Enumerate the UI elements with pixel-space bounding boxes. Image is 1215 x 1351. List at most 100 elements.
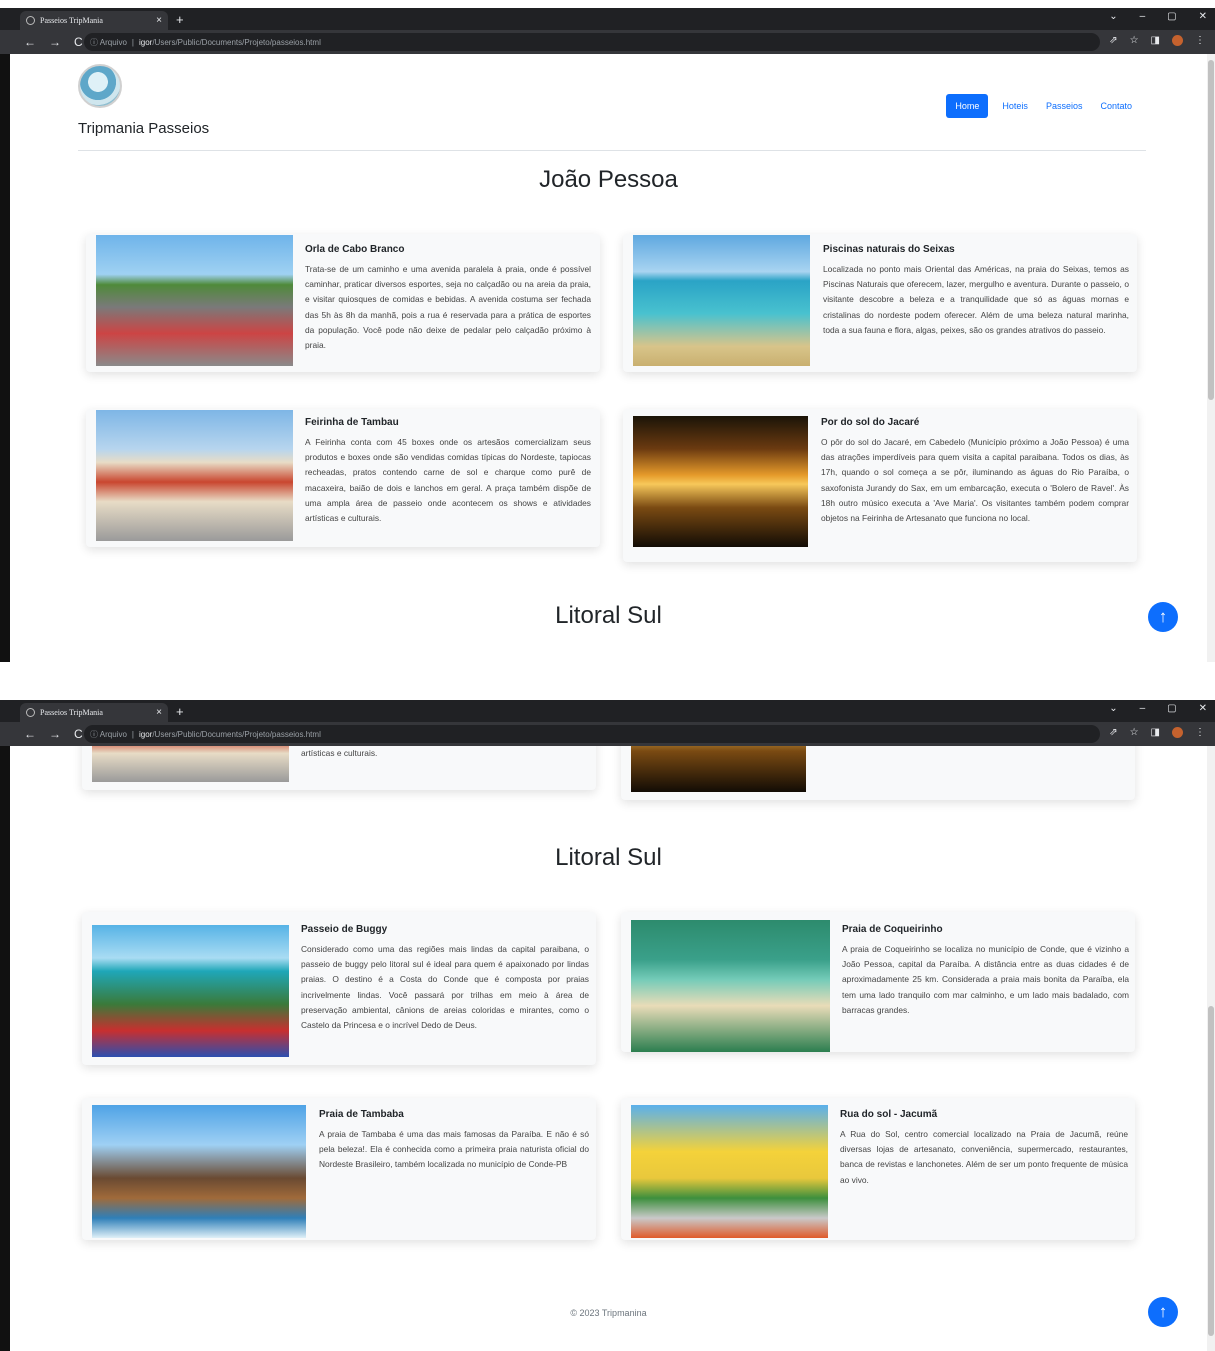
section-title: Litoral Sul <box>555 844 662 871</box>
tour-card: Piscinas naturais do Seixas Localizada n… <box>623 234 1137 372</box>
share-icon[interactable]: ⇗ <box>1109 35 1117 46</box>
browser-tab[interactable]: Passeios TripMania × <box>20 703 168 722</box>
scrollbar-thumb[interactable] <box>1208 1006 1214 1336</box>
card-text: Trata-se de um caminho e uma avenida par… <box>305 264 591 351</box>
tab-search-icon[interactable]: ⌄ <box>1109 11 1117 22</box>
profile-avatar[interactable] <box>1172 35 1183 46</box>
nav-hoteis[interactable]: Hoteis <box>998 95 1032 117</box>
back-button[interactable]: ← <box>24 35 36 49</box>
tour-card: A Feirinha conta com 45 boxes onde os ar… <box>82 746 596 790</box>
maximize-button[interactable]: ▢ <box>1167 11 1176 22</box>
card-title: Praia de Tambaba <box>319 1109 404 1120</box>
card-title: Feirinha de Tambau <box>305 417 399 428</box>
card-text: Considerado como uma das regiões mais li… <box>301 944 589 1031</box>
card-text: Localizada no ponto mais Oriental das Am… <box>823 264 1129 335</box>
profile-avatar[interactable] <box>1172 727 1183 738</box>
address-bar[interactable]: ⓘ Arquivo | igor/Users/Public/Documents/… <box>84 33 1100 51</box>
site-brand: Tripmania Passeios <box>78 120 210 137</box>
card-title: Orla de Cabo Branco <box>305 244 405 255</box>
card-text: A Rua do Sol, centro comercial localizad… <box>840 1129 1128 1185</box>
scrollbar[interactable] <box>1207 746 1215 1351</box>
card-image <box>633 235 810 366</box>
tour-card: Passeio de Buggy Considerado como uma da… <box>82 912 596 1065</box>
kebab-menu-icon[interactable]: ⋮ <box>1195 727 1205 738</box>
browser-toolbar: ← → C ⓘ Arquivo | igor/Users/Public/Docu… <box>0 722 1215 746</box>
card-title: Passeio de Buggy <box>301 924 388 935</box>
tab-strip: Passeios TripMania × + ⌄ – ▢ ✕ <box>0 8 1215 30</box>
address-bar[interactable]: ⓘ Arquivo | igor/Users/Public/Documents/… <box>84 725 1100 743</box>
card-title: Por do sol do Jacaré <box>821 417 920 428</box>
tab-search-icon[interactable]: ⌄ <box>1109 703 1117 714</box>
card-image <box>631 920 830 1052</box>
card-image <box>92 925 289 1057</box>
browser-window-top: Passeios TripMania × + ⌄ – ▢ ✕ ← → C ⓘ A… <box>0 8 1215 662</box>
browser-tab[interactable]: Passeios TripMania × <box>20 11 168 30</box>
star-icon[interactable]: ☆ <box>1130 727 1139 738</box>
reload-button[interactable]: C <box>74 727 83 741</box>
sidepanel-icon[interactable]: ◨ <box>1151 35 1160 46</box>
tab-title: Passeios TripMania <box>40 16 103 25</box>
kebab-menu-icon[interactable]: ⋮ <box>1195 35 1205 46</box>
star-icon[interactable]: ☆ <box>1130 35 1139 46</box>
tour-card: Praia de Tambaba A praia de Tambaba é um… <box>82 1098 596 1240</box>
new-tab-button[interactable]: + <box>176 704 184 719</box>
url-path: /Users/Public/Documents/Projeto/passeios… <box>152 729 321 739</box>
card-text: O pôr do sol do Jacaré, em Cabedelo (Mun… <box>821 437 1129 524</box>
tour-card: Rua do sol - Jacumã A Rua do Sol, centro… <box>621 1098 1135 1240</box>
card-title: Rua do sol - Jacumã <box>840 1109 938 1120</box>
tab-title: Passeios TripMania <box>40 708 103 717</box>
tour-card: Praia de Coqueirinho A praia de Coqueiri… <box>621 912 1135 1052</box>
arrow-up-icon[interactable]: ↑ <box>1148 1297 1178 1327</box>
tour-card: Por do sol do Jacaré O pôr do sol do Jac… <box>623 409 1137 562</box>
browser-window-bottom: Passeios TripMania × + ⌄ – ▢ ✕ ← → C ⓘ A… <box>0 700 1215 1351</box>
new-tab-button[interactable]: + <box>176 12 184 27</box>
window-controls: ⌄ – ▢ ✕ <box>1109 703 1207 714</box>
url-scheme-label: ⓘ Arquivo <box>90 37 127 47</box>
globe-icon <box>26 16 35 25</box>
close-window-button[interactable]: ✕ <box>1199 703 1207 714</box>
nav-home[interactable]: Home <box>946 94 989 118</box>
card-text: A praia de Tambaba é uma das mais famosa… <box>319 1129 589 1170</box>
tab-strip: Passeios TripMania × + ⌄ – ▢ ✕ <box>0 700 1215 722</box>
card-text: A Feirinha conta com 45 boxes onde os ar… <box>301 748 378 759</box>
close-window-button[interactable]: ✕ <box>1199 11 1207 22</box>
tour-card: O pôr do sol do Jacaré, em Cabedelo (Mun… <box>621 746 1135 800</box>
reload-button[interactable]: C <box>74 35 83 49</box>
forward-button[interactable]: → <box>49 727 61 741</box>
forward-button[interactable]: → <box>49 35 61 49</box>
url-host: igor <box>138 37 153 47</box>
site-footer: © 2023 Tripmanina <box>570 1308 647 1318</box>
card-image <box>96 410 293 541</box>
url-host: igor <box>138 729 153 739</box>
site-header: Tripmania Passeios Home Hoteis Passeios … <box>78 64 1146 151</box>
nav-contato[interactable]: Contato <box>1096 95 1136 117</box>
page-viewport: Tripmania Passeios Home Hoteis Passeios … <box>10 54 1207 662</box>
url-scheme-label: ⓘ Arquivo <box>90 729 127 739</box>
share-icon[interactable]: ⇗ <box>1109 727 1117 738</box>
card-image <box>631 746 806 792</box>
url-path: /Users/Public/Documents/Projeto/passeios… <box>152 37 321 47</box>
card-image <box>92 746 289 782</box>
tab-close-icon[interactable]: × <box>156 15 162 26</box>
minimize-button[interactable]: – <box>1140 11 1146 22</box>
page-viewport: A Feirinha conta com 45 boxes onde os ar… <box>10 746 1207 1351</box>
card-title: Praia de Coqueirinho <box>842 924 943 935</box>
window-controls: ⌄ – ▢ ✕ <box>1109 11 1207 22</box>
card-image <box>92 1105 306 1238</box>
browser-chrome: Passeios TripMania × + ⌄ – ▢ ✕ ← → C ⓘ A… <box>0 700 1215 746</box>
maximize-button[interactable]: ▢ <box>1167 703 1176 714</box>
back-button[interactable]: ← <box>24 727 36 741</box>
scrollbar[interactable] <box>1207 54 1215 662</box>
sidepanel-icon[interactable]: ◨ <box>1151 727 1160 738</box>
arrow-up-icon[interactable]: ↑ <box>1148 602 1178 632</box>
scrollbar-thumb[interactable] <box>1208 60 1214 400</box>
toolbar-icons: ⇗ ☆ ◨ ⋮ <box>1109 35 1205 46</box>
nav-buttons: ← → C <box>24 35 83 49</box>
tab-close-icon[interactable]: × <box>156 707 162 718</box>
minimize-button[interactable]: – <box>1140 703 1146 714</box>
nav-passeios[interactable]: Passeios <box>1042 95 1087 117</box>
card-text: A Feirinha conta com 45 boxes onde os ar… <box>305 437 591 524</box>
section-title: João Pessoa <box>539 166 678 193</box>
site-logo[interactable] <box>78 64 122 108</box>
tour-card: Feirinha de Tambau A Feirinha conta com … <box>86 409 600 547</box>
